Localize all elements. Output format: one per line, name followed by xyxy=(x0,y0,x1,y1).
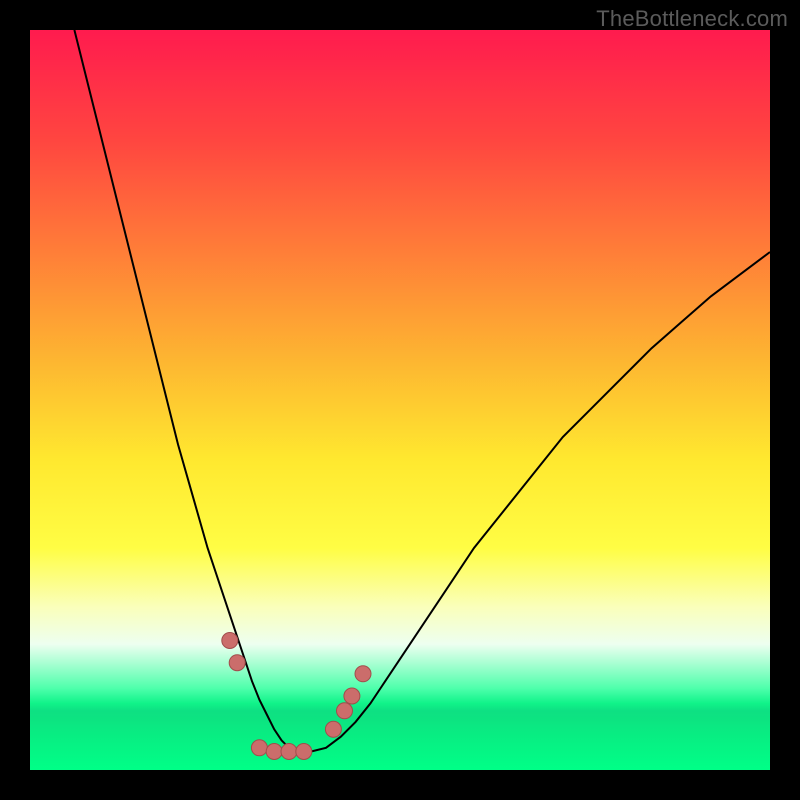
curve-marker xyxy=(344,688,360,704)
curve-marker xyxy=(325,721,341,737)
curve-path xyxy=(74,30,770,752)
curve-marker xyxy=(337,703,353,719)
chart-frame: TheBottleneck.com xyxy=(0,0,800,800)
bottleneck-curve xyxy=(30,30,770,770)
plot-area xyxy=(30,30,770,770)
curve-marker xyxy=(281,744,297,760)
curve-marker xyxy=(229,655,245,671)
curve-markers xyxy=(222,633,371,760)
curve-marker xyxy=(222,633,238,649)
curve-marker xyxy=(266,744,282,760)
curve-marker xyxy=(251,740,267,756)
watermark-text: TheBottleneck.com xyxy=(596,6,788,32)
curve-marker xyxy=(296,744,312,760)
curve-marker xyxy=(355,666,371,682)
